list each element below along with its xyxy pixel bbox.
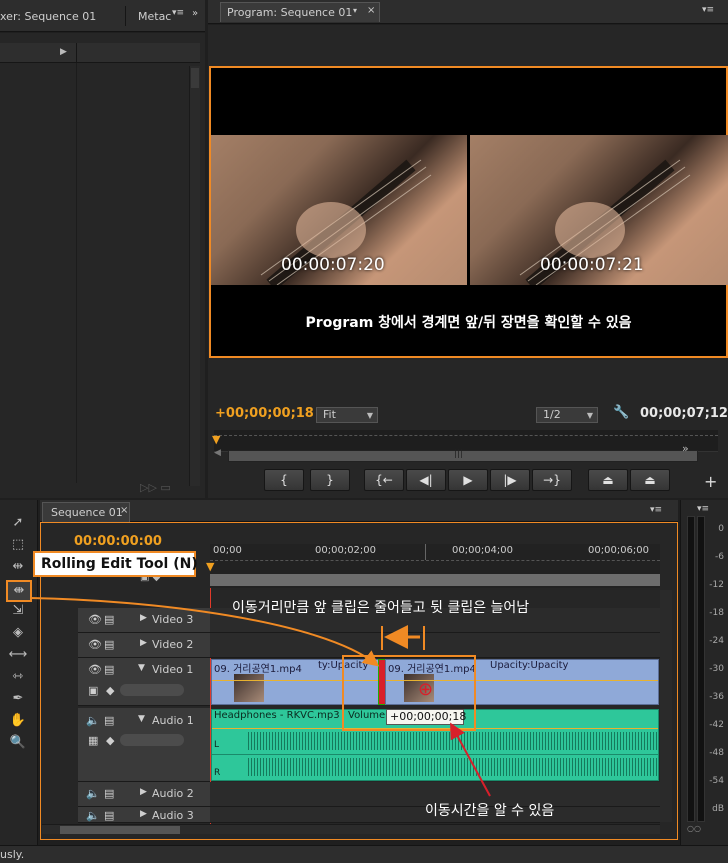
- tool-name-callout: Rolling Edit Tool (N): [33, 551, 198, 577]
- annotation-top: 이동거리만큼 앞 클립은 줄어들고 뒷 클립은 늘어남: [232, 600, 530, 616]
- annotation-overlay: [29, 597, 491, 797]
- annotation-bottom: 이동시간을 알 수 있음: [425, 803, 555, 819]
